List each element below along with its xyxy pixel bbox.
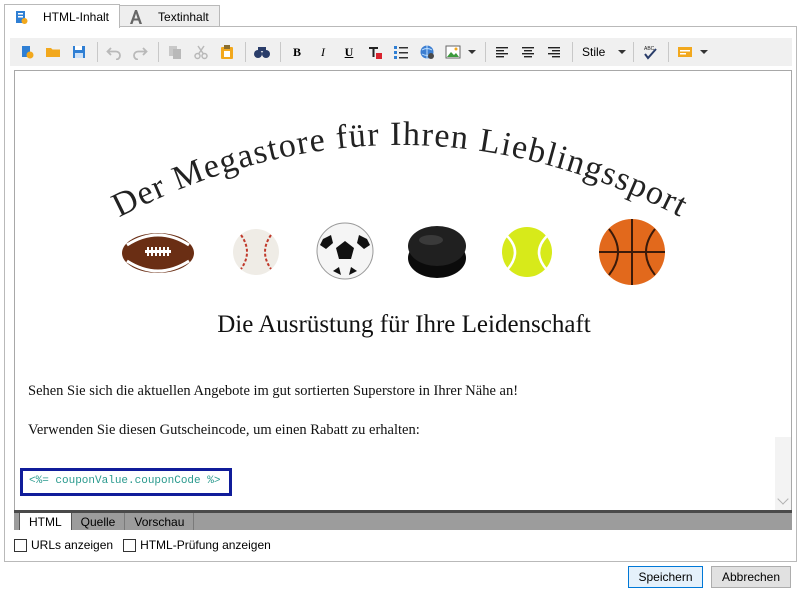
tab-label: HTML-Inhalt — [43, 9, 110, 24]
cancel-button[interactable]: Abbrechen — [711, 566, 791, 588]
toolbar-separator — [485, 42, 486, 62]
align-left-icon[interactable] — [491, 41, 513, 63]
checkbox-box[interactable] — [14, 538, 27, 552]
vertical-scrollbar[interactable] — [775, 437, 791, 510]
new-icon[interactable] — [16, 41, 38, 63]
checkbox-box[interactable] — [123, 538, 137, 552]
tab-text-content[interactable]: Textinhalt — [119, 5, 220, 27]
image-icon[interactable] — [442, 41, 464, 63]
subtitle-text: Die Ausrüstung für Ihre Leidenschaft — [217, 311, 591, 338]
show-urls-checkbox[interactable]: URLs anzeigen — [14, 538, 113, 552]
chevron-down-icon — [618, 50, 626, 54]
styles-label: Stile — [582, 45, 606, 59]
tab-mode-preview[interactable]: Vorschau — [125, 513, 195, 530]
baseball-image — [233, 229, 279, 275]
italic-icon[interactable]: I — [312, 41, 334, 63]
align-center-icon[interactable] — [517, 41, 539, 63]
cut-icon[interactable] — [190, 41, 212, 63]
redo-icon[interactable] — [129, 41, 151, 63]
scroll-down-icon[interactable] — [777, 493, 789, 505]
coupon-code-block[interactable]: <%= couponValue.couponCode %> — [20, 468, 232, 496]
link-icon[interactable] — [416, 41, 438, 63]
text-content-icon — [128, 9, 144, 25]
headline-text: Der Megastore für Ihren Lieblingssport — [106, 116, 693, 225]
spellcheck-icon[interactable]: ABC — [639, 41, 661, 63]
toolbar-separator — [668, 42, 669, 62]
undo-icon[interactable] — [103, 41, 125, 63]
toolbar-separator — [280, 42, 281, 62]
bullet-list-icon[interactable] — [390, 41, 412, 63]
toolbar-separator — [158, 42, 159, 62]
editor-mode-bar: HTML Quelle Vorschau — [14, 510, 792, 530]
align-right-icon[interactable] — [543, 41, 565, 63]
toolbar-separator — [572, 42, 573, 62]
bold-icon[interactable]: B — [286, 41, 308, 63]
personalization-dropdown-icon[interactable] — [700, 50, 708, 54]
toolbar-separator — [97, 42, 98, 62]
underline-icon[interactable]: U — [338, 41, 360, 63]
football-image — [122, 233, 194, 273]
text-color-icon[interactable] — [364, 41, 386, 63]
checkbox-label: HTML-Prüfung anzeigen — [140, 538, 271, 552]
tab-mode-source[interactable]: Quelle — [72, 513, 126, 530]
toolbar-separator — [633, 42, 634, 62]
hockey-puck-image — [408, 226, 466, 278]
copy-icon[interactable] — [164, 41, 186, 63]
tab-mode-html[interactable]: HTML — [19, 513, 72, 530]
toolbar-separator — [245, 42, 246, 62]
personalization-icon[interactable] — [674, 41, 696, 63]
paste-icon[interactable] — [216, 41, 238, 63]
show-html-check-checkbox[interactable]: HTML-Prüfung anzeigen — [123, 538, 271, 552]
tab-html-content[interactable]: HTML-Inhalt — [4, 4, 121, 28]
checkbox-label: URLs anzeigen — [31, 538, 114, 552]
tab-label: Textinhalt — [158, 9, 209, 24]
tennis-ball-image — [502, 227, 552, 277]
image-dropdown-icon[interactable] — [468, 50, 476, 54]
coupon-instruction-paragraph: Verwenden Sie diesen Gutscheincode, um e… — [28, 422, 420, 438]
basketball-image — [599, 219, 665, 285]
find-icon[interactable] — [251, 41, 273, 63]
html-editor-area[interactable]: Der Megastore für Ihren Lieblingssport D… — [14, 70, 792, 510]
editor-toolbar: B I U Stile ABC — [10, 38, 792, 66]
open-folder-icon[interactable] — [42, 41, 64, 63]
offer-paragraph: Sehen Sie sich die aktuellen Angebote im… — [28, 383, 519, 399]
content-tabs: HTML-Inhalt Textinhalt — [4, 4, 220, 28]
svg-text:Der Megastore für Ihren Liebli: Der Megastore für Ihren Lieblingssport — [106, 116, 694, 225]
soccer-ball-image — [316, 222, 374, 280]
styles-dropdown[interactable]: Stile — [578, 41, 630, 63]
html-content-icon — [13, 9, 29, 25]
options-row: URLs anzeigen HTML-Prüfung anzeigen — [14, 538, 281, 552]
save-icon[interactable] — [68, 41, 90, 63]
save-button[interactable]: Speichern — [628, 566, 703, 588]
